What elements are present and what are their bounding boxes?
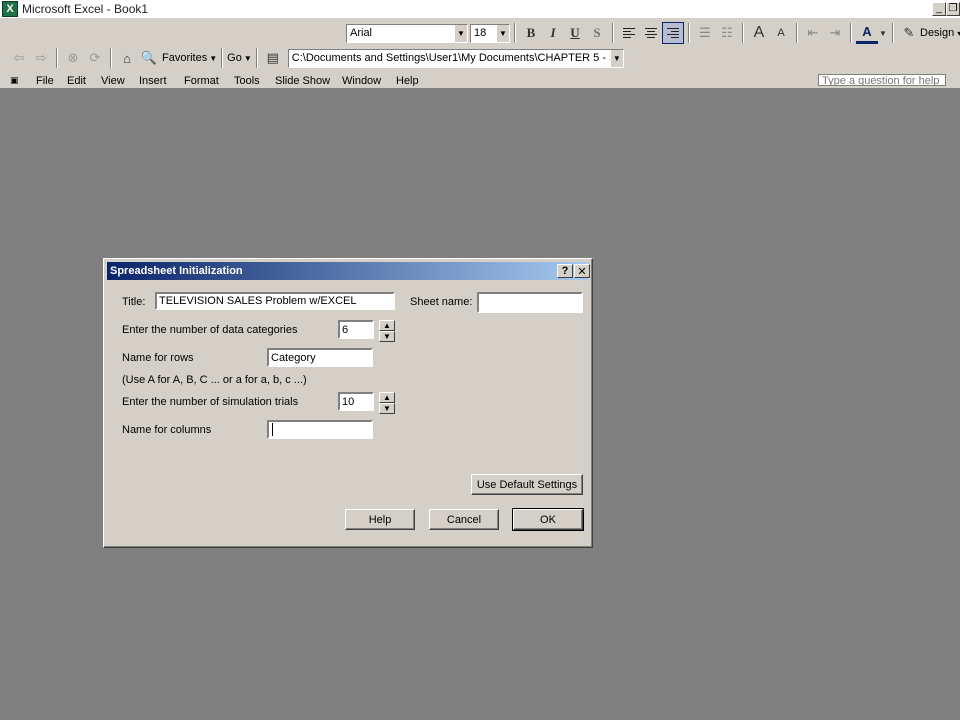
help-button[interactable]: Help [345,509,415,530]
rows-label: Name for rows [122,352,194,364]
menu-view[interactable]: View [101,75,125,86]
categories-input[interactable]: 6 [338,320,374,339]
design-button-label[interactable]: Design [920,27,954,39]
align-right-icon[interactable] [662,22,684,44]
categories-spinner: ▲ ▼ [379,320,395,342]
title-label: Title: [122,296,146,308]
home-icon[interactable]: ⌂ [116,47,138,69]
bold-button[interactable]: B [520,22,542,44]
show-only-web-toolbar-icon[interactable]: ▤ [262,47,284,69]
address-value: C:\Documents and Settings\User1\My Docum… [291,52,610,64]
trials-label: Enter the number of simulation trials [122,396,299,408]
toolbar-separator [221,48,224,68]
back-icon[interactable]: ⇦ [8,47,30,69]
menu-insert[interactable]: Insert [139,75,167,86]
menu-window[interactable]: Window [342,75,381,86]
font-dropdown-icon[interactable]: ▼ [454,24,467,42]
stop-icon[interactable]: ⊗ [62,47,84,69]
toolbar-separator [742,23,744,43]
sheet-name-input[interactable] [477,292,583,313]
align-center-icon[interactable] [640,22,662,44]
favorites-dropdown-icon[interactable]: ▼ [209,54,217,63]
toolbar-separator [514,23,516,43]
design-icon[interactable]: ✎ [898,22,920,44]
cancel-button[interactable]: Cancel [429,509,499,530]
ask-question-box[interactable]: Type a question for help [818,74,946,86]
excel-icon[interactable]: X [2,1,18,17]
toolbar-separator [796,23,798,43]
shadow-button[interactable]: S [586,22,608,44]
font-color-icon[interactable]: A [856,22,878,44]
web-toolbar: ⇦ ⇨ ⊗ ⟳ ⌂ 🔍 Favorites ▼ Go ▼ ▤ C:\Docume… [8,45,624,71]
dialog-title: Spreadsheet Initialization [110,265,243,277]
categories-up-icon[interactable]: ▲ [379,320,395,331]
size-value: 18 [474,27,487,39]
toolbar-separator [255,48,258,68]
title-bar: X Microsoft Excel - Book1 _ ❐ [0,0,960,18]
menu-edit[interactable]: Edit [67,75,86,86]
size-combo[interactable]: 18 ▼ [470,23,510,43]
font-color-dropdown-icon[interactable]: ▼ [878,22,888,44]
trials-input[interactable]: 10 [338,392,374,411]
go-menu[interactable]: Go [227,52,242,64]
ok-button[interactable]: OK [512,508,584,531]
menu-bar: ▣ File Edit View Insert Format Tools Sli… [0,74,960,86]
address-combo[interactable]: C:\Documents and Settings\User1\My Docum… [287,48,624,68]
dialog-close-button[interactable]: ✕ [574,264,590,278]
dialog-help-button[interactable]: ? [557,264,573,278]
title-input[interactable]: TELEVISION SALES Problem w/EXCEL [155,292,395,310]
rows-hint: (Use A for A, B, C ... or a for a, b, c … [122,374,307,386]
columns-label: Name for columns [122,424,212,436]
window-title: Microsoft Excel - Book1 [22,2,149,16]
address-dropdown-icon[interactable]: ▼ [609,49,623,67]
menu-slide-show[interactable]: Slide Show [275,75,330,86]
formatting-toolbar: Arial ▼ 18 ▼ B I U S ☰ ☷ A A ⇤ ⇥ A ▼ ✎ D… [346,20,960,46]
favorites-menu[interactable]: Favorites [162,52,207,64]
increase-font-icon[interactable]: A [748,22,770,44]
numbered-list-icon[interactable]: ☰ [694,22,716,44]
text-cursor [272,423,273,436]
underline-button[interactable]: U [564,22,586,44]
toolbar-separator [56,48,58,68]
increase-indent-icon[interactable]: ⇥ [824,22,846,44]
size-dropdown-icon[interactable]: ▼ [496,24,509,42]
align-left-icon[interactable] [618,22,640,44]
go-dropdown-icon[interactable]: ▼ [244,54,252,63]
menu-format[interactable]: Format [184,75,219,86]
menu-tools[interactable]: Tools [234,75,260,86]
italic-button[interactable]: I [542,22,564,44]
toolbar-separator [612,23,614,43]
font-combo[interactable]: Arial ▼ [346,23,468,43]
bulleted-list-icon[interactable]: ☷ [716,22,738,44]
toolbar-separator [850,23,852,43]
search-web-icon[interactable]: 🔍 [138,47,160,69]
menu-file[interactable]: File [36,75,54,86]
menu-help[interactable]: Help [396,75,419,86]
decrease-indent-icon[interactable]: ⇤ [802,22,824,44]
columns-input[interactable] [267,420,373,439]
dialog-title-bar: Spreadsheet Initialization ? ✕ [107,262,590,280]
spreadsheet-initialization-dialog: Spreadsheet Initialization ? ✕ Title: TE… [103,258,593,548]
font-value: Arial [350,27,373,39]
refresh-icon[interactable]: ⟳ [84,47,106,69]
categories-label: Enter the number of data categories [122,324,298,336]
trials-down-icon[interactable]: ▼ [379,403,395,414]
minimize-button[interactable]: _ [932,2,946,16]
toolbar-separator [688,23,690,43]
trials-up-icon[interactable]: ▲ [379,392,395,403]
rows-input[interactable]: Category [267,348,373,367]
forward-icon[interactable]: ⇨ [30,47,52,69]
decrease-font-icon[interactable]: A [770,22,792,44]
restore-button[interactable]: ❐ [946,2,960,16]
document-icon[interactable]: ▣ [10,75,19,86]
trials-spinner: ▲ ▼ [379,392,395,414]
use-default-settings-button[interactable]: Use Default Settings [471,474,583,495]
categories-down-icon[interactable]: ▼ [379,331,395,342]
sheet-name-label: Sheet name: [410,296,473,308]
toolbar-separator [892,23,894,43]
toolbar-separator [110,48,112,68]
